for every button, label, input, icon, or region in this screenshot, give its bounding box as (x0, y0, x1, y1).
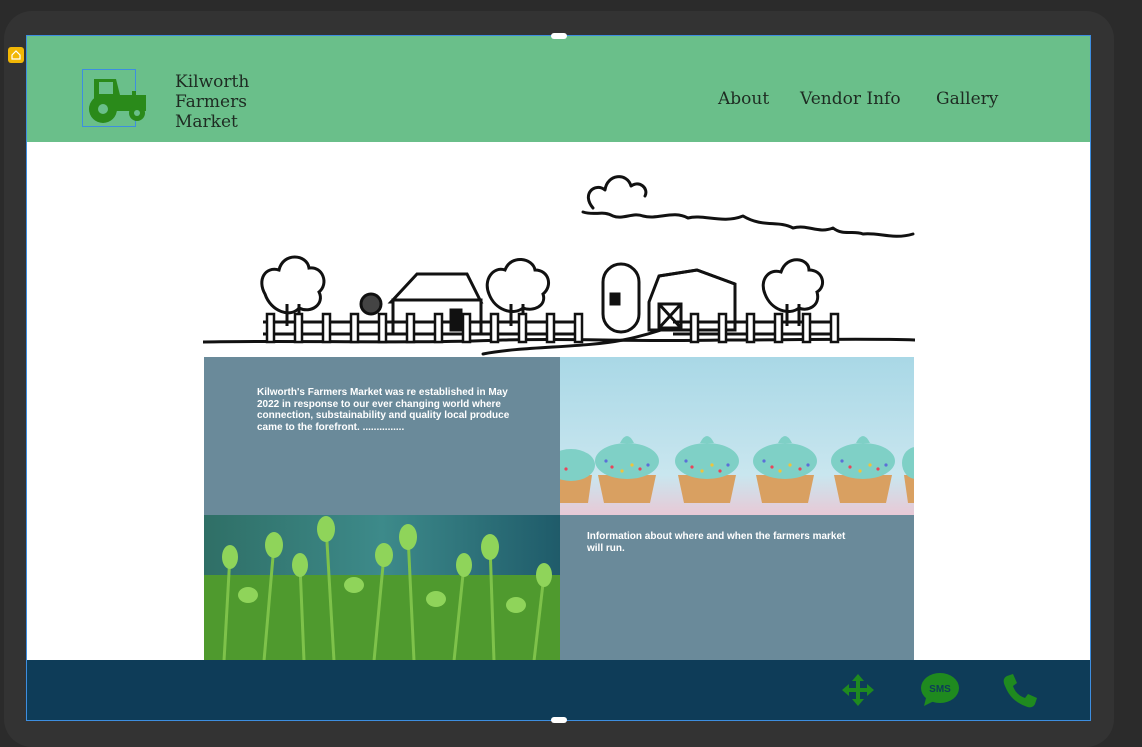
move-icon[interactable] (838, 670, 878, 710)
content-grid: Kilworth's Farmers Market was re establi… (204, 357, 914, 661)
sms-label: SMS (929, 684, 951, 695)
brand-name: Kilworth Farmers Market (175, 72, 249, 132)
phone-icon[interactable] (999, 670, 1039, 710)
resize-handle-bottom[interactable] (551, 717, 567, 723)
site-header: Kilworth Farmers Market About Vendor Inf… (27, 36, 1090, 142)
brand-line-3: Market (175, 112, 238, 132)
intro-text: Kilworth's Farmers Market was re establi… (257, 387, 510, 433)
herb-sprouts-image (204, 515, 560, 661)
site-preview: Kilworth Farmers Market About Vendor Inf… (26, 35, 1091, 721)
nav-about[interactable]: About (718, 89, 769, 109)
info-text: Information about where and when the far… (587, 531, 846, 554)
tractor-logo-icon[interactable] (82, 69, 146, 127)
cupcakes-image (560, 357, 914, 515)
nav-gallery[interactable]: Gallery (936, 89, 998, 109)
intro-panel: Kilworth's Farmers Market was re establi… (204, 357, 560, 515)
nav-vendor-info[interactable]: Vendor Info (800, 89, 901, 109)
home-icon[interactable] (8, 47, 24, 63)
site-footer: SMS (27, 660, 1090, 720)
sms-icon[interactable]: SMS (920, 670, 960, 710)
brand-line-2: Farmers (175, 92, 247, 112)
brand-line-1: Kilworth (175, 72, 250, 92)
resize-handle-top[interactable] (551, 33, 567, 39)
farm-sketch-illustration (203, 175, 915, 356)
info-panel: Information about where and when the far… (560, 515, 914, 661)
